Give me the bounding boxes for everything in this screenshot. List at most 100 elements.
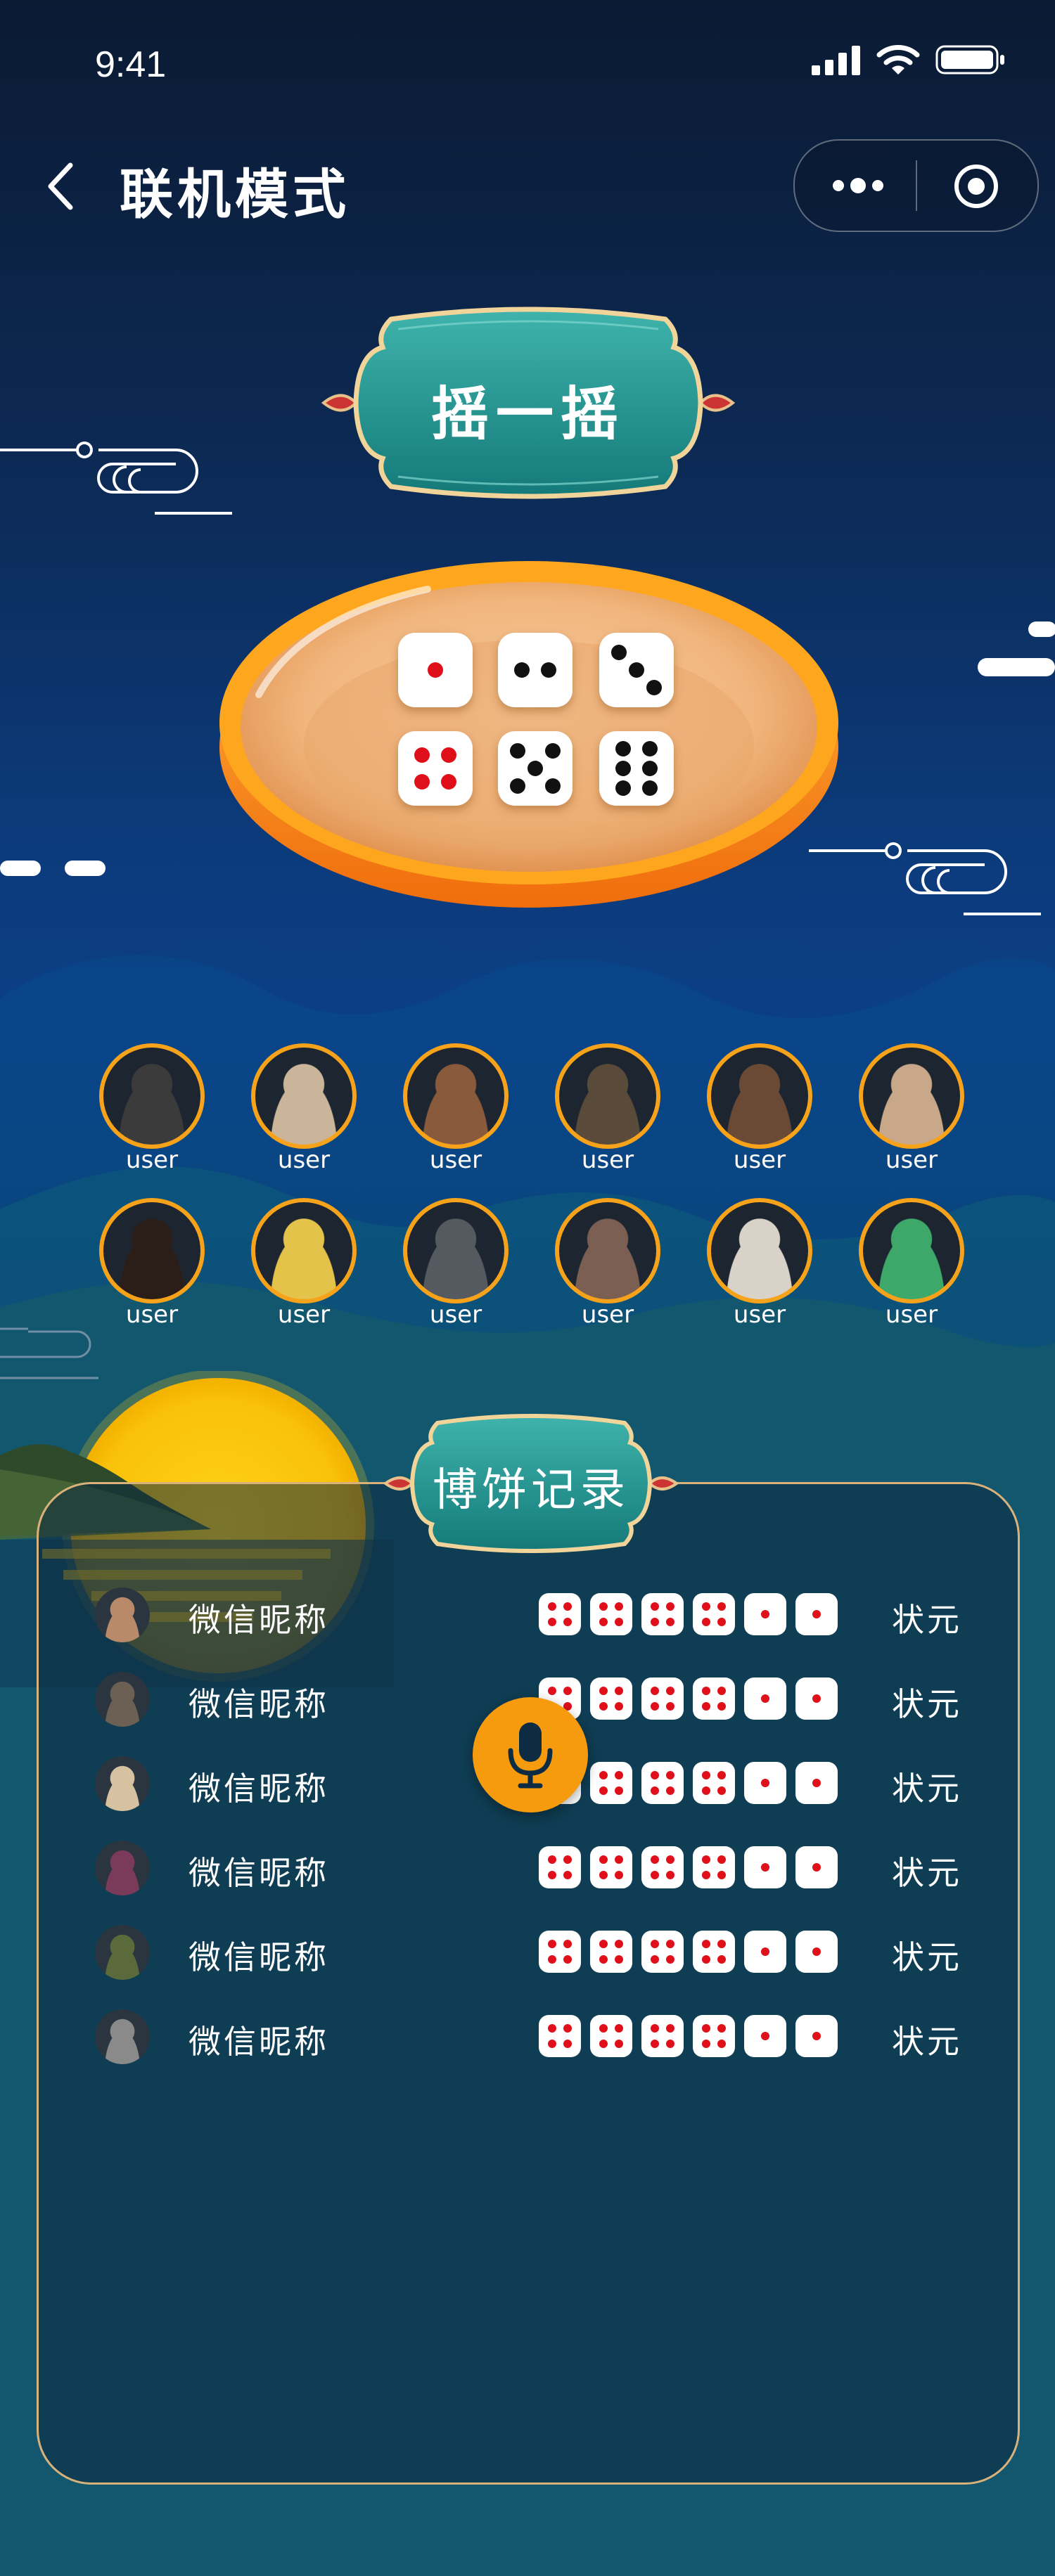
- die-pip: [717, 1771, 726, 1780]
- mini-die: [693, 1931, 735, 1973]
- die-pip: [702, 2039, 711, 2048]
- die-pip: [761, 1947, 769, 1956]
- die-pip: [563, 1617, 572, 1626]
- player-name: user: [125, 1146, 179, 1174]
- mini-die: [744, 1593, 786, 1635]
- cloud-ornament-left: [0, 441, 232, 515]
- die-pip: [651, 1940, 660, 1949]
- die-pip: [702, 1870, 711, 1879]
- die-pip: [614, 1940, 623, 1949]
- mini-die: [539, 1593, 581, 1635]
- bowl-die: [599, 731, 674, 806]
- die-pip: [599, 1687, 608, 1696]
- voice-button[interactable]: [473, 1697, 588, 1812]
- mini-die: [539, 1931, 581, 1973]
- player-slot[interactable]: user: [855, 1198, 968, 1329]
- shake-label: 摇一摇: [430, 381, 625, 448]
- player-slot[interactable]: user: [96, 1198, 208, 1329]
- player-slot[interactable]: user: [551, 1043, 664, 1174]
- die-pip: [702, 1701, 711, 1711]
- mini-die: [795, 1677, 838, 1720]
- player-slot[interactable]: user: [399, 1043, 512, 1174]
- die-pip: [665, 1701, 674, 1711]
- die-pip: [548, 1940, 557, 1949]
- mini-die: [693, 1846, 735, 1888]
- player-slot[interactable]: user: [96, 1043, 208, 1174]
- die-pip: [599, 1617, 608, 1626]
- die-pip: [441, 747, 457, 763]
- avatar: [403, 1198, 509, 1303]
- player-name: user: [277, 1301, 331, 1329]
- die-pip: [665, 1855, 674, 1865]
- die-pip: [509, 742, 525, 759]
- back-icon[interactable]: [42, 158, 84, 214]
- die-pip: [702, 2024, 711, 2033]
- die-pip: [599, 1701, 608, 1711]
- record-title-badge: 博饼记录: [380, 1413, 682, 1554]
- die-pip: [414, 747, 430, 763]
- die-pip: [414, 774, 430, 790]
- mini-die: [693, 1593, 735, 1635]
- record-nickname: 微信昵称: [188, 1938, 329, 1976]
- close-target-icon[interactable]: [953, 163, 999, 210]
- player-slot[interactable]: user: [703, 1198, 816, 1329]
- avatar: [859, 1043, 964, 1149]
- die-pip: [717, 1855, 726, 1865]
- mini-die: [590, 1931, 632, 1973]
- player-slot[interactable]: user: [703, 1043, 816, 1174]
- record-dice: [539, 1931, 838, 1973]
- more-icon[interactable]: [830, 172, 886, 200]
- mini-die: [744, 1846, 786, 1888]
- shake-button[interactable]: 摇一摇: [314, 305, 743, 501]
- mini-die: [744, 1931, 786, 1973]
- die-pip: [651, 2024, 660, 2033]
- mini-die: [641, 2015, 684, 2057]
- die-pip: [614, 1701, 623, 1711]
- record-row: 微信昵称 状元: [91, 2007, 971, 2070]
- player-slot[interactable]: user: [248, 1198, 360, 1329]
- avatar: [99, 1198, 205, 1303]
- die-pip: [651, 1870, 660, 1879]
- die-pip: [441, 774, 457, 790]
- die-pip: [717, 2024, 726, 2033]
- avatar: [99, 1043, 205, 1149]
- player-slot[interactable]: user: [855, 1043, 968, 1174]
- die-pip: [642, 761, 658, 776]
- player-slot[interactable]: user: [551, 1198, 664, 1329]
- die-pip: [614, 1954, 623, 1964]
- die-pip: [563, 1855, 572, 1865]
- die-pip: [702, 1602, 711, 1611]
- record-title: 博饼记录: [433, 1464, 629, 1516]
- die-pip: [599, 2039, 608, 2048]
- mini-die: [744, 1677, 786, 1720]
- record-dice: [539, 2015, 838, 2057]
- player-slot[interactable]: user: [399, 1198, 512, 1329]
- player-name: user: [581, 1301, 634, 1329]
- die-pip: [717, 1870, 726, 1879]
- die-pip: [548, 2024, 557, 2033]
- die-pip: [548, 1617, 557, 1626]
- die-pip: [563, 1870, 572, 1879]
- record-nickname: 微信昵称: [188, 1685, 329, 1723]
- die-pip: [761, 2032, 769, 2040]
- status-icons: [812, 44, 1006, 76]
- die-pip: [642, 741, 658, 757]
- mini-die: [693, 1762, 735, 1804]
- die-pip: [665, 1786, 674, 1795]
- die-pip: [717, 1786, 726, 1795]
- avatar: [707, 1043, 812, 1149]
- die-pip: [665, 1940, 674, 1949]
- die-pip: [545, 742, 561, 759]
- die-pip: [614, 2024, 623, 2033]
- avatar: [95, 1756, 150, 1811]
- player-slot[interactable]: user: [248, 1043, 360, 1174]
- die-pip: [599, 1855, 608, 1865]
- record-row: 微信昵称 状元: [91, 1922, 971, 1985]
- microphone-icon: [508, 1722, 553, 1789]
- mini-die: [795, 1931, 838, 1973]
- die-pip: [651, 1954, 660, 1964]
- die-pip: [563, 1687, 572, 1696]
- die-pip: [717, 1602, 726, 1611]
- die-pip: [651, 1602, 660, 1611]
- cloud-bar: [978, 658, 1055, 676]
